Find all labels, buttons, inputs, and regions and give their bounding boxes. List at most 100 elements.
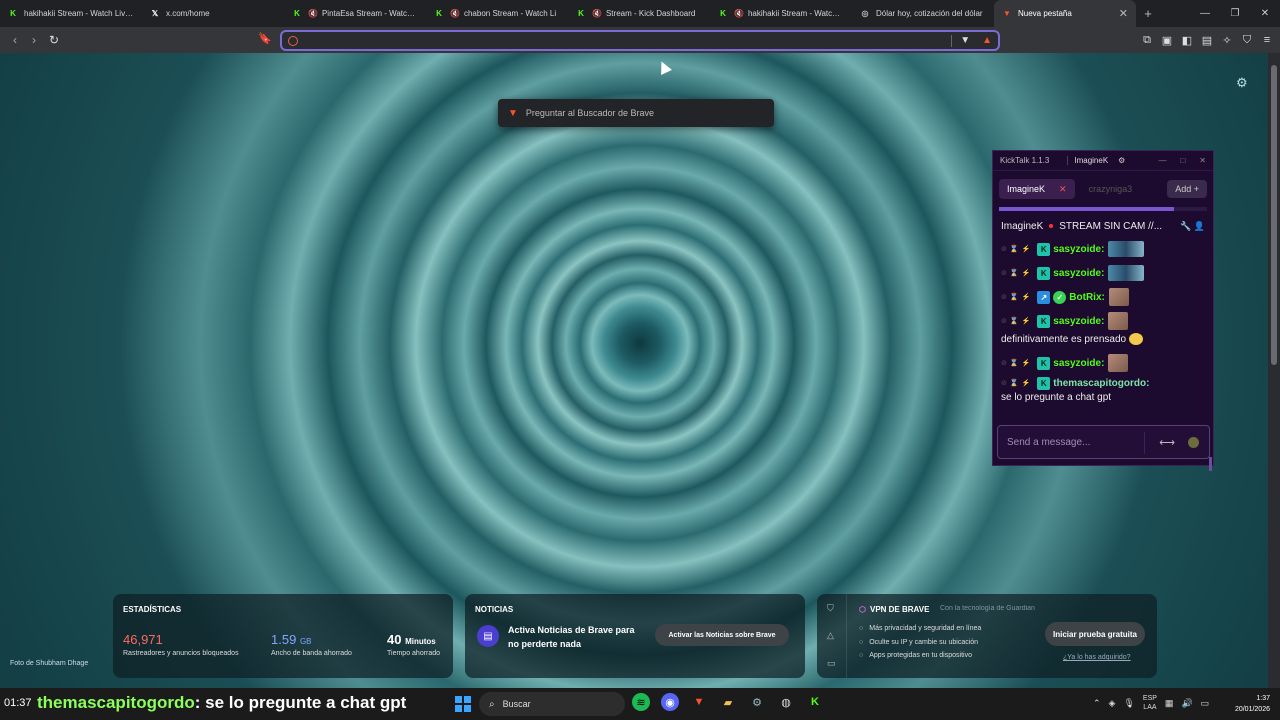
screenshot-icon[interactable]: ▣ (1160, 31, 1174, 49)
sidebar-icon[interactable]: ◧ (1180, 31, 1194, 49)
stream-actions[interactable]: 🔧 👤 (1180, 221, 1205, 232)
chat-input-placeholder: Send a message... (1007, 436, 1091, 448)
back-icon[interactable]: ‹ (7, 32, 23, 48)
close-chatroom-icon[interactable]: ✕ (1059, 184, 1067, 195)
brave-icon[interactable]: ▼ (690, 693, 708, 711)
muted-speaker-icon[interactable]: 🔇 (308, 9, 318, 18)
close-tab-icon[interactable]: ✕ (1119, 7, 1128, 20)
windows-start-icon[interactable] (455, 696, 471, 712)
file-explorer-icon[interactable]: ▰ (719, 693, 737, 711)
discord-icon[interactable]: ◉ (661, 693, 679, 711)
tab-hakihakii-1[interactable]: K hakihakii Stream - Watch Live o (0, 0, 142, 27)
gamepad-icon[interactable]: ◈ (1109, 698, 1116, 709)
translate-icon[interactable]: ⟷ (1159, 436, 1175, 449)
chatroom-tab-crazyniga3[interactable]: crazyniga3 (1081, 179, 1141, 199)
reload-icon[interactable]: ↻ (46, 32, 62, 48)
new-tab-page: ⚙ ▼ Preguntar al Buscador de Brave Foto … (0, 53, 1268, 688)
mod-actions-icon[interactable]: ⊘⌛⚡ (1001, 269, 1033, 277)
brave-rewards-icon[interactable]: ▲ (982, 35, 992, 46)
tab-x-home[interactable]: 𝕏 x.com/home (142, 0, 284, 27)
chat-input[interactable]: Send a message... ⟷ (997, 425, 1210, 459)
already-purchased-link[interactable]: ¿Ya lo has adquirido? (1063, 654, 1131, 661)
address-bar[interactable]: ▼ ▲ (280, 30, 1000, 51)
steam-icon[interactable]: ⚙ (748, 693, 766, 711)
address-input[interactable] (306, 35, 952, 46)
lang-line: ESP (1142, 695, 1157, 702)
mod-actions-icon[interactable]: ⊘⌛⚡ (1001, 293, 1033, 301)
extensions-icon[interactable]: ⧉ (1140, 31, 1154, 49)
menu-icon[interactable]: ≡ (1260, 31, 1274, 49)
chat-username[interactable]: sasyzoide: (1053, 268, 1104, 279)
muted-speaker-icon[interactable]: 🔇 (734, 9, 744, 18)
taskbar-apps: ≋ ◉ ▼ ▰ ⚙ ◍ K (632, 693, 824, 711)
mod-actions-icon[interactable]: ⊘⌛⚡ (1001, 359, 1033, 367)
microphone-icon[interactable]: 🎙 (1123, 698, 1134, 709)
chat-scrollbar[interactable] (1209, 457, 1212, 471)
network-icon[interactable]: ▦ (1165, 698, 1174, 709)
mod-actions-icon[interactable]: ⊘⌛⚡ (1001, 317, 1033, 325)
spotify-icon[interactable]: ≋ (632, 693, 650, 711)
settings-gear-icon[interactable]: ⚙ (1236, 75, 1248, 91)
close-icon[interactable]: ✕ (1199, 156, 1206, 165)
wallet-icon[interactable]: ▤ (1200, 31, 1214, 49)
chevron-up-icon[interactable]: ⌃ (1093, 698, 1101, 709)
tab-pintaesa[interactable]: K 🔇 PintaEsa Stream - Watch Li (284, 0, 426, 27)
muted-speaker-icon[interactable]: 🔇 (592, 9, 602, 18)
search-icon: ⌕ (489, 698, 495, 710)
tab-nueva-pestana[interactable]: ▼ Nueva pestaña ✕ (994, 0, 1136, 27)
chat-message-text: se lo pregunte a chat gpt (1001, 392, 1112, 403)
bandwidth-number: 1.59 (271, 632, 297, 647)
emote-picker-icon[interactable] (1188, 436, 1199, 448)
start-trial-button[interactable]: Iniciar prueba gratuita (1045, 622, 1145, 646)
kicktalk-window: KickTalk 1.1.3 ImagineK ⚙ — □ ✕ ImagineK… (992, 150, 1214, 471)
card-icon[interactable]: ▭ (827, 658, 836, 669)
muted-speaker-icon[interactable]: 🔇 (450, 9, 460, 18)
tab-title: Dólar hoy, cotización del dólar (876, 9, 983, 18)
scrollbar-thumb[interactable] (1271, 65, 1277, 365)
minimize-icon[interactable]: — (1158, 156, 1166, 165)
brave-shields-icon[interactable]: ▼ (960, 35, 970, 46)
omnibox-suggestion[interactable]: ▼ Preguntar al Buscador de Brave (498, 99, 774, 127)
mod-actions-icon[interactable]: ⊘⌛⚡ (1001, 245, 1033, 253)
restore-icon[interactable]: ❐ (1220, 0, 1250, 27)
chat-username[interactable]: sasyzoide: (1053, 244, 1104, 255)
shield-icon[interactable]: ⛉ (827, 603, 834, 614)
chat-username[interactable]: sasyzoide: (1053, 358, 1104, 369)
vpn-icon[interactable]: ⛉ (1240, 31, 1254, 49)
tab-hakihakii-2[interactable]: K 🔇 hakihakii Stream - Watch Li (710, 0, 852, 27)
page-scrollbar[interactable] (1268, 53, 1280, 688)
leo-ai-icon[interactable]: ✧ (1220, 31, 1234, 49)
kick-icon[interactable]: K (806, 693, 824, 711)
minimize-icon[interactable]: — (1190, 0, 1220, 27)
maximize-icon[interactable]: □ (1180, 156, 1185, 165)
settings-icon[interactable]: ⚙ (1118, 156, 1125, 165)
taskbar-clock[interactable]: 1:37 20/01/2026 (1226, 693, 1270, 715)
photo-credit[interactable]: Foto de Shubham Dhage (10, 660, 88, 667)
close-window-icon[interactable]: ✕ (1250, 0, 1280, 27)
add-chatroom-button[interactable]: Add + (1167, 180, 1207, 198)
forward-icon[interactable]: › (26, 32, 42, 48)
mod-actions-icon[interactable]: ⊘⌛⚡ (1001, 379, 1033, 387)
triangle-icon[interactable]: △ (827, 630, 834, 641)
tab-dolar-hoy[interactable]: ◎ Dólar hoy, cotización del dólar (852, 0, 994, 27)
chat-username[interactable]: BotRix: (1069, 292, 1105, 303)
chat-username[interactable]: sasyzoide: (1053, 316, 1104, 327)
bookmark-icon[interactable]: 🔖 (258, 32, 272, 48)
new-tab-button[interactable]: + (1136, 6, 1160, 21)
activate-news-button[interactable]: Activar las Noticias sobre Brave (655, 624, 789, 646)
volume-icon[interactable]: 🔊 (1181, 698, 1192, 709)
bandwidth-value: 1.59 GB (271, 632, 352, 647)
battery-icon[interactable]: ▭ (1201, 698, 1210, 709)
taskbar-search[interactable]: ⌕ Buscar (479, 692, 625, 716)
vpn-powered-by: Con la tecnología de Guardian (940, 605, 1035, 612)
time-value: 40 Minutos (387, 632, 440, 647)
language-indicator[interactable]: ESP LAA (1143, 694, 1157, 712)
feature-text: Oculte su IP y cambie su ubicación (869, 638, 979, 646)
tab-kick-dashboard[interactable]: K 🔇 Stream - Kick Dashboard (568, 0, 710, 27)
current-user[interactable]: ImagineK (1067, 156, 1108, 165)
chat-username[interactable]: themascapitogordo: (1053, 378, 1149, 389)
brave-icon: ▼ (508, 107, 518, 119)
obs-icon[interactable]: ◍ (777, 693, 795, 711)
tab-chabon[interactable]: K 🔇 chabon Stream - Watch Li (426, 0, 568, 27)
chatroom-tab-imaginek[interactable]: ImagineK ✕ (999, 179, 1075, 199)
